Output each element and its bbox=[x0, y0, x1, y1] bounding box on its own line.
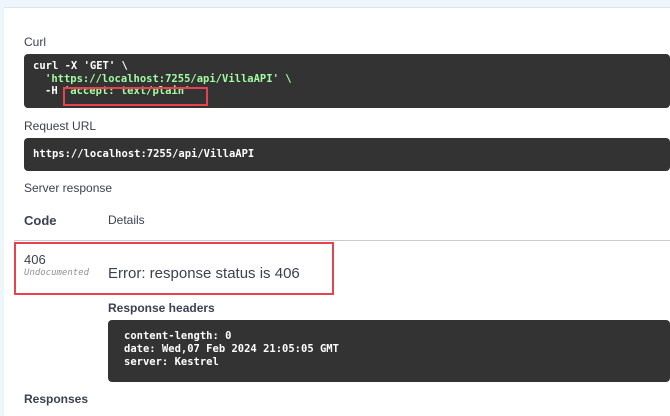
code-column-header: Code bbox=[24, 213, 57, 228]
panel-left-rail bbox=[0, 0, 4, 416]
curl-url-string: 'https://localhost:7255/api/VillaAPI' \ bbox=[45, 72, 292, 85]
responses-section-label: Responses bbox=[24, 392, 89, 406]
error-highlight-box bbox=[14, 242, 334, 295]
request-url-label: Request URL bbox=[24, 119, 97, 133]
try-it-out-panel: Curl curl -X 'GET' \ 'https://localhost:… bbox=[0, 0, 670, 416]
details-column-header: Details bbox=[108, 213, 145, 227]
curl-line-2: 'https://localhost:7255/api/VillaAPI' \ bbox=[33, 73, 661, 86]
curl-label: Curl bbox=[24, 35, 47, 49]
response-header-line: content-length: 0 bbox=[124, 330, 232, 342]
response-header-line: date: Wed,07 Feb 2024 21:05:05 GMT bbox=[124, 343, 339, 355]
request-url-block[interactable]: https://localhost:7255/api/VillaAPI bbox=[24, 138, 670, 171]
server-response-label: Server response bbox=[24, 181, 113, 195]
response-headers-label: Response headers bbox=[108, 301, 215, 315]
accept-header-highlight-box bbox=[63, 87, 208, 106]
response-table-divider bbox=[14, 240, 670, 241]
panel-top-strip bbox=[0, 0, 670, 8]
curl-header-flag: -H bbox=[45, 85, 64, 97]
response-header-line: server: Kestrel bbox=[124, 356, 219, 368]
response-headers-block[interactable]: content-length: 0 date: Wed,07 Feb 2024 … bbox=[108, 320, 670, 382]
curl-line-1: curl -X 'GET' \ bbox=[33, 60, 128, 72]
